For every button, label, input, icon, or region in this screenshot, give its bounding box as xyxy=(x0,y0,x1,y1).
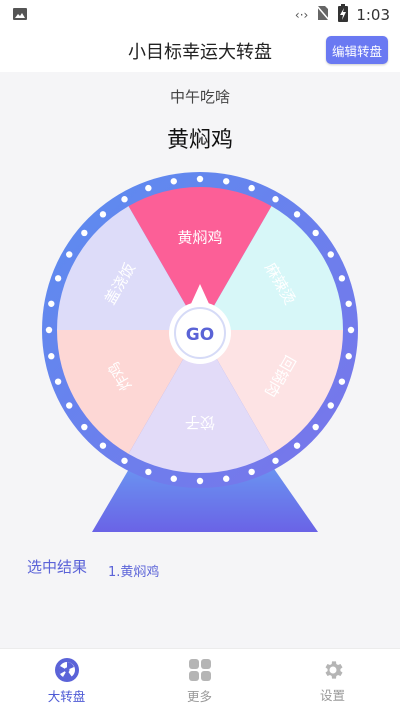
wheel-question: 中午吃啥 xyxy=(169,88,230,106)
rim-dot xyxy=(293,211,301,218)
rim-dot xyxy=(338,275,346,282)
no-sim-icon xyxy=(316,5,330,25)
rim-dot xyxy=(81,229,88,237)
rim-dot xyxy=(45,326,53,334)
rim-dot xyxy=(99,211,107,218)
rim-dot xyxy=(121,457,128,464)
selected-result: 黄焖鸡 xyxy=(166,128,233,153)
edit-wheel-button[interactable]: 编辑转盘 xyxy=(326,36,388,64)
grid-icon xyxy=(188,658,211,681)
rim-dot xyxy=(196,477,204,485)
rim-dot xyxy=(345,353,352,360)
rim-dot xyxy=(99,442,107,449)
battery-charging-icon xyxy=(338,4,349,26)
gear-icon xyxy=(325,660,342,679)
rim-dot xyxy=(48,353,55,360)
rim-dot xyxy=(170,475,177,482)
rim-dot xyxy=(312,423,319,431)
rim-dot xyxy=(66,402,73,409)
results-label: 选中结果 xyxy=(27,558,88,576)
result-history-item: 1.黄焖鸡 xyxy=(108,565,160,580)
rim-dot xyxy=(345,300,352,307)
rim-dot xyxy=(327,402,334,409)
tab-wheel-label: 大转盘 xyxy=(47,688,86,704)
rim-dot xyxy=(121,196,128,203)
tab-settings-label: 设置 xyxy=(319,687,345,703)
go-button-label: GO xyxy=(186,325,214,345)
bottom-tab-bar: 大转盘 更多 设置 xyxy=(0,648,400,712)
rim-dot xyxy=(338,378,346,385)
rim-dot xyxy=(48,300,55,307)
tab-wheel[interactable]: 大转盘 xyxy=(0,649,133,712)
rim-dot xyxy=(327,251,334,258)
rim-dot xyxy=(196,175,204,183)
status-bar: ‹·› 1:03 xyxy=(0,0,400,28)
wheel-segment-label: 黄焖鸡 xyxy=(177,229,222,247)
rim-dot xyxy=(223,178,230,185)
rim-dot xyxy=(145,468,152,476)
lucky-wheel[interactable]: 黄焖鸡麻辣烫回锅肉饺子炸鸡盖浇饭 GO xyxy=(0,160,400,540)
rim-dot xyxy=(293,442,301,449)
tab-settings[interactable]: 设置 xyxy=(266,649,399,712)
app-bar: 小目标幸运大转盘 编辑转盘 xyxy=(0,28,400,72)
image-icon xyxy=(12,6,28,26)
rim-dot xyxy=(145,184,152,192)
wheel-icon xyxy=(54,657,79,682)
tab-more-label: 更多 xyxy=(186,688,212,704)
tab-more[interactable]: 更多 xyxy=(133,649,266,712)
rim-dot xyxy=(248,468,255,476)
rim-dot xyxy=(312,229,319,237)
rim-dot xyxy=(54,378,62,385)
rim-dot xyxy=(248,184,255,192)
code-icon: ‹·› xyxy=(294,8,309,22)
rim-dot xyxy=(272,196,279,203)
rim-dot xyxy=(272,457,279,464)
rim-dot xyxy=(170,178,177,185)
rim-dot xyxy=(54,275,62,282)
rim-dot xyxy=(223,475,230,482)
wheel-segment-label: 饺子 xyxy=(185,414,215,432)
rim-dot xyxy=(66,251,73,258)
rim-dot xyxy=(81,423,88,431)
status-time: 1:03 xyxy=(356,6,390,24)
rim-dot xyxy=(347,326,355,334)
